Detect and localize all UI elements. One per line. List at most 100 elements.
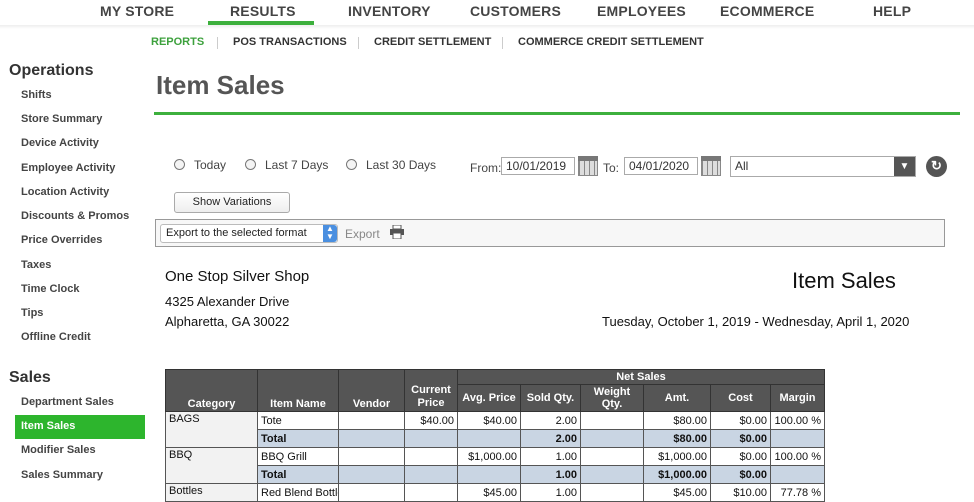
- subnav-divider: [502, 37, 503, 49]
- radio-label: Last 7 Days: [265, 158, 329, 172]
- avg-price-cell: $40.00: [457, 411, 521, 430]
- sidebar-item-department-sales[interactable]: Department Sales: [21, 396, 114, 408]
- amt-cell: $45.00: [643, 483, 711, 502]
- avg-price-cell: $45.00: [457, 483, 521, 502]
- total-row: Total 2.00 $80.00 $0.00: [166, 429, 825, 448]
- empty-cell: [580, 429, 644, 448]
- refresh-icon[interactable]: ↻: [926, 156, 947, 177]
- radio-today[interactable]: Today: [174, 158, 226, 172]
- from-date-input[interactable]: 10/01/2019: [501, 157, 575, 175]
- nav-ecommerce[interactable]: ECOMMERCE: [720, 3, 814, 19]
- table-row: Bottles Red Blend Bottle $45.00 1.00 $45…: [165, 483, 825, 502]
- sidebar-item-tips[interactable]: Tips: [21, 307, 43, 319]
- sidebar-item-item-sales[interactable]: Item Sales: [15, 415, 145, 439]
- export-format-select[interactable]: Export to the selected format ▲ ▼: [160, 224, 338, 243]
- printer-icon[interactable]: [390, 225, 404, 239]
- margin-cell: 100.00 %: [770, 411, 825, 430]
- export-link[interactable]: Export: [345, 227, 380, 241]
- category-cell: BAGS: [165, 411, 258, 448]
- total-cost-cell: $0.00: [710, 465, 771, 484]
- nav-help[interactable]: HELP: [873, 3, 911, 19]
- report-title: Item Sales: [792, 268, 896, 293]
- header-vendor: Vendor: [338, 369, 405, 412]
- location-select-value: All: [735, 159, 749, 173]
- nav-employees[interactable]: EMPLOYEES: [597, 3, 686, 19]
- sidebar-item-taxes[interactable]: Taxes: [21, 259, 51, 271]
- amt-cell: $1,000.00: [643, 447, 711, 466]
- radio-last-7-days[interactable]: Last 7 Days: [245, 158, 328, 172]
- total-row: Total 1.00 $1,000.00 $0.00: [166, 465, 825, 484]
- amt-cell: $80.00: [643, 411, 711, 430]
- calendar-icon[interactable]: [701, 156, 721, 176]
- sidebar-item-price-overrides[interactable]: Price Overrides: [21, 234, 102, 246]
- export-format-value: Export to the selected format: [166, 227, 307, 239]
- sold-qty-cell: 1.00: [520, 483, 581, 502]
- nav-results[interactable]: RESULTS: [230, 3, 296, 19]
- sidebar-heading-sales: Sales: [9, 369, 51, 386]
- sidebar-item-device-activity[interactable]: Device Activity: [21, 137, 99, 149]
- sidebar-item-modifier-sales[interactable]: Modifier Sales: [21, 444, 96, 456]
- total-amt-cell: $1,000.00: [643, 465, 711, 484]
- header-current-price: Current Price: [404, 369, 458, 412]
- top-nav: MY STORE RESULTS INVENTORY CUSTOMERS EMP…: [0, 0, 974, 29]
- header-avg-price: Avg. Price: [457, 384, 521, 412]
- report-date-range: Tuesday, October 1, 2019 - Wednesday, Ap…: [602, 314, 910, 329]
- total-label-cell: Total: [257, 429, 339, 448]
- sidebar-item-time-clock[interactable]: Time Clock: [21, 283, 80, 295]
- header-item-name: Item Name: [257, 369, 339, 412]
- category-cell: Bottles: [165, 483, 258, 502]
- item-name-cell: Tote: [257, 411, 339, 430]
- total-cost-cell: $0.00: [710, 429, 771, 448]
- weight-qty-cell: [580, 411, 644, 430]
- to-date-input[interactable]: 04/01/2020: [624, 157, 698, 175]
- nav-inventory[interactable]: INVENTORY: [348, 3, 431, 19]
- empty-cell: [404, 429, 458, 448]
- total-amt-cell: $80.00: [643, 429, 711, 448]
- subnav-pos-transactions[interactable]: POS TRANSACTIONS: [233, 36, 347, 48]
- nav-shadow: [0, 25, 974, 29]
- location-select[interactable]: All ▼: [730, 156, 916, 177]
- item-sales-table: Category Item Name Vendor Current Price …: [165, 369, 825, 502]
- table-row: BAGS Tote $40.00 $40.00 2.00 $80.00 $0.0…: [165, 411, 825, 448]
- chevron-down-icon: ▼: [894, 157, 915, 176]
- store-address-line1: 4325 Alexander Drive: [165, 294, 290, 309]
- title-divider: [154, 112, 960, 115]
- empty-cell: [580, 465, 644, 484]
- to-label: To:: [603, 161, 620, 175]
- sidebar-item-location-activity[interactable]: Location Activity: [21, 186, 109, 198]
- margin-cell: 77.78 %: [770, 483, 825, 502]
- sidebar-heading-operations: Operations: [9, 62, 94, 79]
- sidebar-item-sales-summary[interactable]: Sales Summary: [21, 469, 103, 481]
- subnav-reports[interactable]: REPORTS: [151, 36, 204, 48]
- nav-my-store[interactable]: MY STORE: [100, 3, 174, 19]
- sidebar-item-employee-activity[interactable]: Employee Activity: [21, 162, 115, 174]
- weight-qty-cell: [580, 447, 644, 466]
- subnav-commerce-credit-settlement[interactable]: COMMERCE CREDIT SETTLEMENT: [518, 36, 704, 48]
- avg-price-cell: $1,000.00: [457, 447, 521, 466]
- from-label: From:: [470, 161, 502, 175]
- header-net-sales: Net Sales: [457, 369, 825, 385]
- header-cost: Cost: [710, 384, 771, 412]
- calendar-icon[interactable]: [578, 156, 598, 176]
- subnav-credit-settlement[interactable]: CREDIT SETTLEMENT: [374, 36, 491, 48]
- show-variations-button[interactable]: Show Variations: [174, 192, 290, 213]
- empty-cell: [457, 465, 521, 484]
- header-sold-qty: Sold Qty.: [520, 384, 581, 412]
- empty-cell: [404, 465, 458, 484]
- radio-last-30-days[interactable]: Last 30 Days: [346, 158, 436, 172]
- sold-qty-cell: 1.00: [520, 447, 581, 466]
- vendor-cell: [338, 483, 405, 502]
- select-arrows-icon: ▲ ▼: [323, 225, 337, 242]
- sidebar-item-shifts[interactable]: Shifts: [21, 89, 52, 101]
- vendor-cell: [338, 411, 405, 430]
- sidebar-item-offline-credit[interactable]: Offline Credit: [21, 331, 91, 343]
- cost-cell: $0.00: [710, 411, 771, 430]
- store-address-line2: Alpharetta, GA 30022: [165, 314, 290, 329]
- nav-customers[interactable]: CUSTOMERS: [470, 3, 561, 19]
- sidebar-item-store-summary[interactable]: Store Summary: [21, 113, 102, 125]
- radio-circle-icon: [245, 159, 256, 170]
- vendor-cell: [338, 447, 405, 466]
- radio-circle-icon: [346, 159, 357, 170]
- empty-cell: [770, 465, 825, 484]
- sidebar-item-discounts-promos[interactable]: Discounts & Promos: [21, 210, 129, 222]
